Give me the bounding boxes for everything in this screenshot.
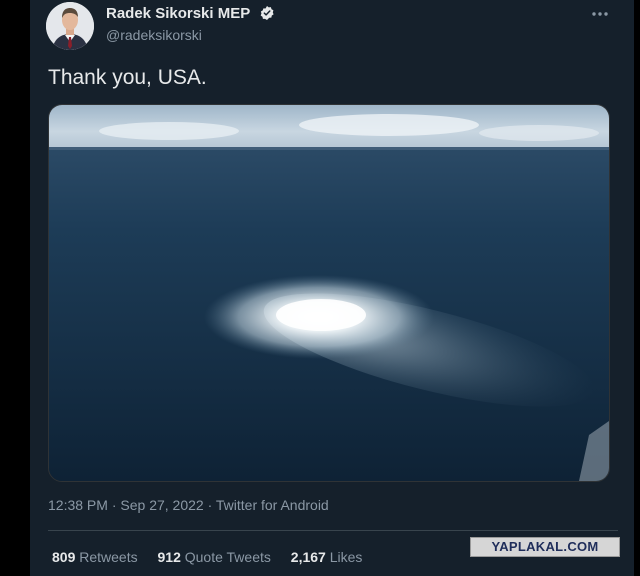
tweet-card: Radek Sikorski MEP @radeksikorski Thank …: [30, 0, 634, 576]
quote-tweets-count: 912: [157, 549, 181, 565]
quote-tweets-stat[interactable]: 912 Quote Tweets: [158, 547, 271, 567]
meta-separator: ·: [111, 497, 117, 513]
tweet-source[interactable]: Twitter for Android: [216, 497, 329, 513]
tweet-time[interactable]: 12:38 PM: [48, 497, 108, 513]
tweet-header: Radek Sikorski MEP @radeksikorski: [30, 0, 634, 60]
quote-tweets-label: Quote Tweets: [184, 549, 271, 565]
verified-badge-icon: [259, 5, 275, 21]
tweet-photo[interactable]: [48, 104, 610, 482]
likes-label: Likes: [329, 549, 363, 565]
tweet-date[interactable]: Sep 27, 2022: [120, 497, 203, 513]
engagement-stats: 809 Retweets 912 Quote Tweets 2,167 Like…: [52, 547, 378, 567]
author-handle[interactable]: @radeksikorski: [106, 26, 526, 44]
site-watermark: YAPLAKAL.COM: [470, 537, 620, 557]
likes-stat[interactable]: 2,167 Likes: [291, 547, 363, 567]
tweet-meta: 12:38 PM · Sep 27, 2022 · Twitter for An…: [48, 495, 329, 515]
person-portrait-icon: [46, 2, 94, 50]
divider: [48, 530, 618, 531]
retweets-label: Retweets: [79, 549, 138, 565]
retweets-stat[interactable]: 809 Retweets: [52, 547, 138, 567]
tweet-text: Thank you, USA.: [48, 66, 207, 89]
more-options-icon[interactable]: [588, 6, 612, 22]
author-display-name[interactable]: Radek Sikorski MEP: [106, 4, 250, 24]
sea-bubbles-image: [49, 105, 609, 481]
meta-separator: ·: [207, 497, 213, 513]
retweets-count: 809: [52, 549, 76, 565]
author-block: Radek Sikorski MEP @radeksikorski: [106, 4, 526, 44]
likes-count: 2,167: [290, 549, 326, 565]
avatar[interactable]: [46, 2, 94, 50]
